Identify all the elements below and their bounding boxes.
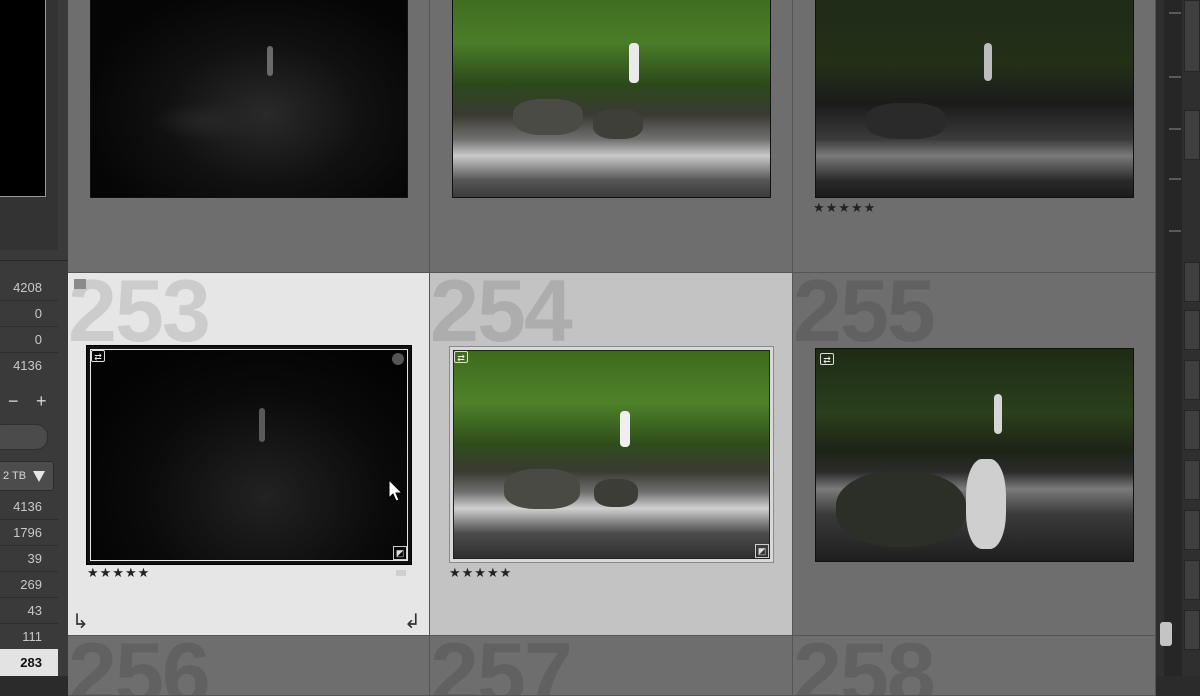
side-panel-section[interactable]	[1184, 110, 1200, 160]
virtual-copy-icon[interactable]: ⇄	[820, 353, 834, 365]
scroll-tick	[1169, 178, 1181, 180]
add-folder-button[interactable]: +	[36, 389, 47, 413]
side-panel-section[interactable]	[1184, 262, 1200, 302]
panel-divider	[0, 260, 68, 261]
catalog-count-recent[interactable]: 4136	[0, 358, 42, 373]
side-panel-section[interactable]	[1184, 460, 1200, 500]
edited-badge-icon[interactable]: ◩	[755, 544, 769, 558]
grid-cell[interactable]	[68, 0, 430, 273]
photo-thumbnail[interactable]	[90, 0, 408, 198]
row-separator	[0, 519, 58, 520]
star-rating[interactable]: ★★★★★	[813, 200, 876, 216]
cell-index-number: 253	[68, 273, 211, 360]
drive-dropdown[interactable]: 2 TB	[0, 461, 54, 491]
star-rating[interactable]: ★★★★★	[449, 565, 512, 581]
scroll-tick	[1169, 12, 1181, 14]
cell-index-number: 255	[793, 273, 936, 360]
folder-count[interactable]: 43	[0, 603, 42, 618]
dropdown-triangle-icon	[33, 471, 45, 482]
mouse-cursor-icon	[388, 479, 404, 502]
cell-index-number: 258	[793, 636, 936, 696]
folder-count[interactable]: 39	[0, 551, 42, 566]
grid-scrollbar-track[interactable]	[1164, 0, 1182, 676]
row-separator	[0, 326, 58, 327]
row-separator	[0, 545, 58, 546]
side-panel-section[interactable]	[1184, 560, 1200, 600]
flag-icon[interactable]	[74, 279, 86, 289]
side-panel-section[interactable]	[1184, 0, 1200, 72]
grid-cell-selected[interactable]: 253 ⇄ ◩ ★★★★★ ↳ ↲	[68, 273, 430, 636]
side-panel-section[interactable]	[1184, 310, 1200, 350]
edited-badge-icon[interactable]: ◩	[393, 546, 407, 560]
photo-thumbnail[interactable]	[815, 0, 1134, 198]
photo-thumbnail-frame[interactable]: ⇄ ◩	[449, 346, 774, 563]
rotate-right-icon[interactable]: ↲	[404, 609, 421, 634]
cell-index-number: 254	[430, 273, 573, 360]
star-rating[interactable]: ★★★★★	[87, 565, 150, 581]
catalog-count-previous[interactable]: 0	[0, 332, 42, 347]
drive-label: 2 TB	[3, 470, 27, 482]
grid-cell[interactable]: ★★★★★	[793, 0, 1156, 273]
label-swatch[interactable]	[396, 570, 406, 576]
cell-index-number: 256	[68, 636, 211, 696]
navigator-preview[interactable]	[0, 0, 58, 250]
photo-thumbnail	[453, 350, 770, 559]
scroll-tick	[1169, 128, 1181, 130]
scrollbar-thumb[interactable]	[1160, 622, 1172, 646]
navigator-image	[0, 0, 46, 197]
row-separator	[0, 623, 58, 624]
grid-cell[interactable]: 256	[68, 636, 430, 696]
folder-count[interactable]: 4136	[0, 499, 42, 514]
folder-count[interactable]: 1796	[0, 525, 42, 540]
row-separator	[0, 352, 58, 353]
scroll-tick	[1169, 76, 1181, 78]
row-separator	[0, 300, 58, 301]
folder-count-selected[interactable]: 283	[0, 655, 42, 670]
photo-thumbnail-frame[interactable]: ⇄ ◩	[86, 345, 412, 565]
catalog-count-quick[interactable]: 0	[0, 306, 42, 321]
side-panel-section[interactable]	[1184, 510, 1200, 550]
row-separator	[0, 597, 58, 598]
left-panel: 4208 0 0 4136 − + 2 TB 4136 1796 39 269 …	[0, 0, 68, 676]
photo-thumbnail[interactable]	[452, 0, 771, 198]
photo-thumbnail[interactable]: ⇄	[815, 348, 1134, 562]
photo-grid[interactable]: ★★★★★ 253 ⇄ ◩ ★★★★★ ↳ ↲ 254 ⇄ ◩ ★★★★★ 25…	[68, 0, 1156, 696]
side-panel-section[interactable]	[1184, 360, 1200, 400]
scroll-tick	[1169, 230, 1181, 232]
virtual-copy-icon[interactable]: ⇄	[454, 351, 468, 363]
grid-cell-hover[interactable]: 254 ⇄ ◩ ★★★★★	[430, 273, 793, 636]
catalog-count-all[interactable]: 4208	[0, 280, 42, 295]
grid-cell[interactable]: 255 ⇄	[793, 273, 1156, 636]
grid-cell[interactable]: 257	[430, 636, 793, 696]
row-separator	[0, 571, 58, 572]
grid-cell[interactable]: 258	[793, 636, 1156, 696]
side-panel-section[interactable]	[1184, 610, 1200, 650]
folder-search-field[interactable]	[0, 424, 48, 450]
cell-index-number: 257	[430, 636, 573, 696]
rotate-left-icon[interactable]: ↳	[72, 609, 89, 634]
photo-thumbnail	[90, 349, 408, 561]
remove-folder-button[interactable]: −	[8, 389, 19, 413]
virtual-copy-icon[interactable]: ⇄	[91, 350, 105, 362]
right-panel	[1156, 0, 1200, 676]
grid-cell[interactable]	[430, 0, 793, 273]
folder-count[interactable]: 111	[0, 629, 42, 644]
side-panel-section[interactable]	[1184, 410, 1200, 450]
folder-count[interactable]: 269	[0, 577, 42, 592]
color-label-dot[interactable]	[392, 353, 404, 365]
